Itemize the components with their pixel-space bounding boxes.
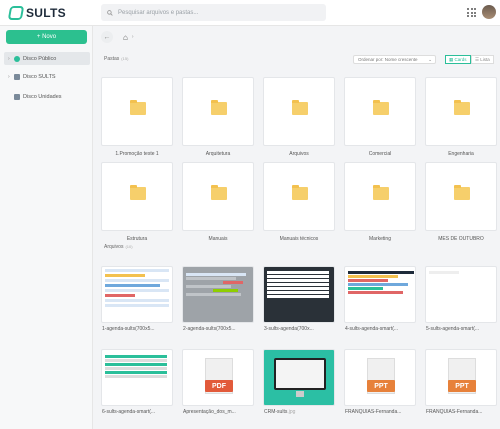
folder-card[interactable]: Comercial	[344, 77, 416, 157]
file-thumbnail[interactable]	[263, 349, 335, 406]
files-section-title: Arquivos (10)	[104, 244, 133, 250]
folder-card[interactable]: Manuais técnicos	[263, 162, 335, 242]
file-name: 6-sults-agenda-smart(...	[102, 409, 156, 415]
folder-icon	[373, 185, 389, 200]
file-name: Apresentação_dos_m...	[183, 409, 236, 415]
folder-icon	[373, 100, 389, 115]
list-view-button[interactable]: ☰ Lista	[471, 55, 494, 64]
file-thumbnail[interactable]: PDF	[182, 349, 254, 406]
apps-grid-icon[interactable]	[467, 8, 476, 17]
breadcrumb: ← ⌂ ›	[101, 31, 134, 43]
app-name: SULTS	[26, 6, 66, 20]
folder-card[interactable]: 1.Promoção teste 1	[101, 77, 173, 157]
sidebar-item-label: Disco Público	[23, 55, 57, 62]
folder-name: MÊS DE OUTUBRO	[438, 236, 484, 242]
sidebar: + Novo › Disco Público › Disco SULTS Dis…	[0, 26, 93, 429]
folder-card[interactable]: Marketing	[344, 162, 416, 242]
folders-section-title: Pastas (15)	[104, 56, 129, 62]
folder-icon	[454, 185, 470, 200]
monitor-icon	[274, 358, 326, 390]
folder-card[interactable]: MÊS DE OUTUBRO	[425, 162, 497, 242]
chevron-right-icon: ›	[131, 34, 134, 40]
file-thumbnail[interactable]	[182, 266, 254, 323]
folder-card[interactable]: Estrutura	[101, 162, 173, 242]
folder-card[interactable]: Arquitetura	[182, 77, 254, 157]
file-thumbnail[interactable]	[344, 266, 416, 323]
folder-card[interactable]: Engenharia	[425, 77, 497, 157]
ppt-badge: PPT	[448, 380, 476, 392]
ppt-badge: PPT	[367, 380, 395, 392]
folder-name: Manuais técnicos	[279, 236, 319, 242]
folder-name: Engenharia	[448, 151, 474, 157]
logo[interactable]: SULTS	[7, 6, 66, 20]
file-thumbnail[interactable]: PPT	[344, 349, 416, 406]
search-placeholder: Pesquisar arquivos e pastas...	[118, 9, 199, 16]
sort-select[interactable]: Ordenar por: Nome crescente ⌄	[353, 55, 436, 64]
folder-icon	[130, 100, 146, 115]
folder-name: Marketing	[369, 236, 391, 242]
folder-icon	[211, 185, 227, 200]
sidebar-item-disco-publico[interactable]: › Disco Público	[4, 52, 90, 65]
new-button[interactable]: + Novo	[6, 30, 87, 44]
folder-name: Estrutura	[126, 236, 148, 242]
globe-icon	[14, 55, 20, 62]
sidebar-item-disco-unidades[interactable]: Disco Unidades	[4, 90, 90, 103]
folder-name: 1.Promoção teste 1	[115, 151, 159, 157]
search-input[interactable]: Pesquisar arquivos e pastas...	[101, 4, 326, 21]
chevron-down-icon: ⌄	[428, 56, 432, 62]
folder-icon	[211, 100, 227, 115]
folder-name: Comercial	[368, 151, 392, 157]
folder-icon	[454, 100, 470, 115]
folder-card[interactable]: Manuais	[182, 162, 254, 242]
folder-card[interactable]: Arquivos	[263, 77, 335, 157]
home-icon[interactable]: ⌂	[123, 33, 128, 42]
avatar[interactable]	[482, 5, 496, 19]
search-icon	[107, 9, 113, 16]
building-icon	[14, 73, 20, 80]
file-name: 3-sults-agenda(700x...	[264, 326, 314, 332]
top-bar: SULTS Pesquisar arquivos e pastas...	[0, 0, 500, 26]
file-name: CRM-sults.jpg	[264, 409, 296, 415]
folder-icon	[292, 100, 308, 115]
sults-logo-icon	[7, 6, 25, 20]
file-thumbnail[interactable]	[101, 349, 173, 406]
file-thumbnail[interactable]	[425, 266, 497, 323]
file-name: 5-sults-agenda-smart(...	[426, 326, 480, 332]
folder-icon	[292, 185, 308, 200]
cards-view-button[interactable]: ▦ Cards	[445, 55, 471, 64]
store-icon	[14, 93, 20, 100]
sidebar-item-label: Disco Unidades	[23, 93, 62, 100]
file-name: 1-agenda-sults(700x5...	[102, 326, 155, 332]
folder-name: Arquitetura	[205, 151, 231, 157]
file-name: FRANQUIAS-Fernanda...	[426, 409, 483, 415]
back-button[interactable]: ←	[101, 31, 113, 43]
file-thumbnail[interactable]	[263, 266, 335, 323]
folder-icon	[130, 185, 146, 200]
sidebar-item-disco-sults[interactable]: › Disco SULTS	[4, 70, 90, 83]
folder-name: Manuais	[208, 236, 228, 242]
file-thumbnail[interactable]	[101, 266, 173, 323]
file-thumbnail[interactable]: PPT	[425, 349, 497, 406]
sidebar-item-label: Disco SULTS	[23, 73, 56, 80]
file-name: FRANQUIAS-Fernanda...	[345, 409, 402, 415]
file-name: 2-agenda-sults(700x5...	[183, 326, 236, 332]
file-name: 4-sults-agenda-smart(...	[345, 326, 399, 332]
folder-name: Arquivos	[289, 151, 309, 157]
pdf-badge: PDF	[205, 380, 233, 392]
main-content: ← ⌂ › Pastas (15) Ordenar por: Nome cresc…	[93, 26, 500, 429]
